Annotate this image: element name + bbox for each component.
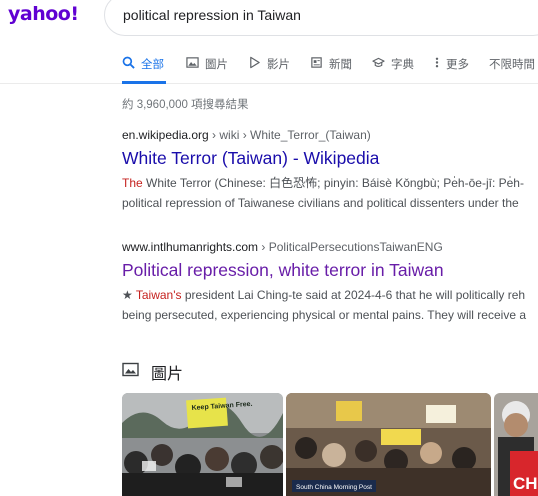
result-stats: 約 3,960,000 項搜尋結果 [122,99,249,111]
result-url[interactable]: en.wikipedia.org › wiki › White_Terror_(… [122,128,538,142]
graduation-cap-icon [372,56,385,69]
image-source-caption: South China Morning Post [296,484,372,491]
image-thumbnail[interactable]: South China Morning Post [286,393,491,496]
search-icon [122,56,135,69]
news-icon [310,56,323,69]
play-icon [248,56,261,69]
yahoo-logo[interactable]: yahoo! [8,3,79,25]
more-vert-icon [434,56,440,69]
tab-more[interactable]: 更多 [434,56,469,84]
tab-label: 全部 [141,59,164,71]
result-path: › wiki › White_Terror_(Taiwan) [208,128,371,142]
snippet-line-2: political repression of Taiwanese civili… [122,196,519,210]
search-result: www.intlhumanrights.com › PoliticalPerse… [122,240,538,325]
result-snippet: ★ Taiwan's president Lai Ching-te said a… [122,285,538,325]
tab-news[interactable]: 新聞 [310,56,352,84]
result-url[interactable]: www.intlhumanrights.com › PoliticalPerse… [122,240,538,254]
snippet-highlight: Taiwan's [135,288,182,302]
search-result: en.wikipedia.org › wiki › White_Terror_(… [122,128,538,213]
tab-label: 字典 [391,59,414,71]
tab-all[interactable]: 全部 [122,56,166,84]
image-strip: Keep Taiwan Free. South China Morning Po… [122,393,538,496]
header: yahoo! political repression in Taiwan 全部… [0,0,538,84]
snippet-highlight: The [122,176,143,190]
result-domain: www.intlhumanrights.com [122,240,259,254]
search-box[interactable]: political repression in Taiwan [104,0,538,36]
result-title-link[interactable]: White Terror (Taiwan) - Wikipedia [122,148,538,169]
tab-label: 更多 [446,59,469,71]
tab-dictionary[interactable]: 字典 [372,56,414,84]
tab-label: 圖片 [205,59,228,71]
result-path: › PoliticalPersecutionsTaiwanENG [258,240,443,254]
tab-time-filter[interactable]: 不限時間 [489,56,535,84]
snippet-line-1: White Terror (Chinese: 白色恐怖; pinyin: Bái… [142,176,524,190]
search-input[interactable]: political repression in Taiwan [123,7,301,23]
image-thumbnail[interactable]: Keep Taiwan Free. [122,393,283,496]
sign-text: CH [513,474,538,493]
snippet-prefix: ★ [122,288,136,302]
result-domain: en.wikipedia.org [122,128,209,142]
image-thumbnail[interactable]: CH [494,393,538,496]
tab-videos[interactable]: 影片 [248,56,290,84]
images-section-header[interactable]: 圖片 [122,360,183,384]
tab-label: 新聞 [329,59,352,71]
snippet-line-2: being persecuted, experiencing physical … [122,308,526,322]
tab-label: 不限時間 [489,59,535,71]
snippet-line-1: president Lai Ching-te said at 2024-4-6 … [181,288,526,302]
tab-images[interactable]: 圖片 [186,56,228,84]
tab-label: 影片 [267,59,290,71]
result-title-link[interactable]: Political repression, white terror in Ta… [122,260,538,281]
result-snippet: The White Terror (Chinese: 白色恐怖; pinyin:… [122,173,538,213]
image-icon [186,56,199,69]
images-section-label: 圖片 [151,366,184,383]
search-tabs: 全部 圖片 影片 新聞 字典 更多 不限時間 [122,56,538,84]
image-icon [122,362,139,382]
